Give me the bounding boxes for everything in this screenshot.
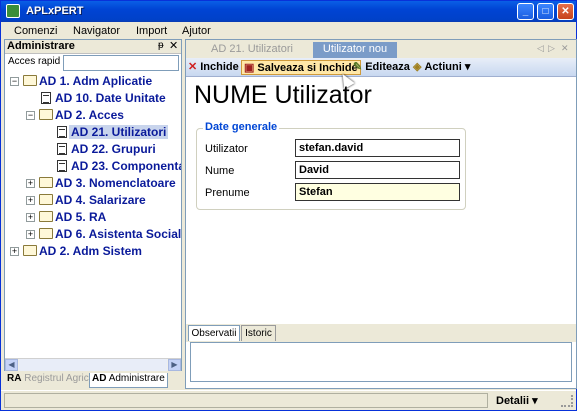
expand-icon[interactable]: + — [10, 247, 19, 256]
menu-ajutor[interactable]: Ajutor — [182, 25, 211, 37]
tree-label: AD 2. Acces — [55, 108, 124, 122]
app-icon — [6, 4, 20, 18]
tab-prefix: RA — [7, 373, 22, 384]
details-button[interactable]: Detalii ▾ — [496, 394, 538, 407]
panel-close-icon[interactable]: ✕ — [169, 39, 178, 52]
tree-label: AD 4. Salarizare — [55, 193, 146, 207]
maximize-button[interactable]: □ — [537, 3, 554, 20]
detail-tabs: Observatii Istoric — [186, 324, 576, 342]
close-red-icon: ✕ — [188, 61, 198, 73]
scroll-thumb[interactable] — [19, 359, 167, 371]
tab-next-icon[interactable]: ▷ — [548, 43, 555, 54]
tab-registrul-agricol[interactable]: RA Registrul Agricol — [7, 373, 97, 388]
save-icon: ▣ — [244, 62, 255, 74]
menu-navigator[interactable]: Navigator — [73, 25, 120, 37]
pin-icon[interactable]: ᵽ — [158, 40, 164, 51]
tab-prev-icon[interactable]: ◁ — [537, 43, 544, 54]
collapse-icon[interactable]: − — [26, 111, 35, 120]
group-title: Date generale — [203, 121, 280, 133]
menu-bar: Comenzi Navigator Import Ajutor — [1, 22, 576, 40]
navigator-tree: − AD 1. Adm Aplicatie AD 10. Date Unitat… — [5, 74, 181, 356]
close-button[interactable]: ✕ — [557, 3, 574, 20]
tab-istoric[interactable]: Istoric — [241, 325, 276, 341]
document-area: AD 21. Utilizatori Utilizator nou ◁ ▷ ✕ … — [185, 39, 577, 389]
scroll-left-icon[interactable]: ◀ — [5, 359, 18, 371]
save-close-label: Salveaza si Inchide — [257, 62, 358, 74]
quick-access-label: Acces rapid — [8, 56, 61, 67]
window-title: APLxPERT — [26, 5, 84, 17]
minimize-button[interactable]: _ — [517, 3, 534, 20]
toolbar: ✕ Inchide ▣ Salveaza si Inchide ✎ Editeaza … — [186, 58, 576, 77]
app-window: APLxPERT _ □ ✕ Comenzi Navigator Import … — [0, 0, 577, 411]
collapse-icon[interactable]: − — [10, 77, 19, 86]
document-icon — [57, 143, 67, 155]
tree-label-selected: AD 21. Utilizatori — [69, 125, 169, 139]
folder-icon — [39, 211, 53, 222]
details-label: Detalii — [496, 395, 530, 407]
expand-icon[interactable]: + — [26, 179, 35, 188]
folder-open-icon — [39, 109, 53, 120]
tab-close-icon[interactable]: ✕ — [561, 43, 569, 54]
first-name-field[interactable]: Stefan — [295, 183, 460, 201]
folder-icon — [23, 245, 37, 256]
edit-icon: ✎ — [353, 61, 363, 73]
navigator-panel: Administrare ᵽ ✕ Acces rapid − AD 1. Adm… — [4, 39, 182, 371]
status-pane — [4, 393, 488, 408]
expand-icon[interactable]: + — [26, 230, 35, 239]
quick-access-input[interactable] — [63, 55, 179, 71]
document-icon — [57, 160, 67, 172]
tree-label: AD 2. Adm Sistem — [39, 244, 142, 258]
menu-import[interactable]: Import — [136, 25, 167, 37]
tree-label: AD 22. Grupuri — [71, 142, 156, 156]
username-field[interactable]: stefan.david — [295, 139, 460, 157]
first-name-label: Prenume — [205, 187, 250, 199]
folder-icon — [39, 228, 53, 239]
close-doc-label: Inchide — [200, 61, 239, 73]
scroll-right-icon[interactable]: ▶ — [168, 359, 181, 371]
panel-title: Administrare — [7, 40, 75, 52]
chevron-down-icon: ▾ — [532, 395, 538, 407]
actions-dropdown[interactable]: ◈ Actiuni ▾ — [413, 60, 470, 75]
tab-label: Administrare — [108, 373, 165, 384]
tree-label: AD 1. Adm Aplicatie — [39, 74, 153, 88]
expand-icon[interactable]: + — [26, 213, 35, 222]
folder-icon — [39, 194, 53, 205]
edit-button[interactable]: ✎ Editeaza — [353, 60, 410, 75]
tree-label: AD 5. RA — [55, 210, 107, 224]
tab-utilizator-nou[interactable]: Utilizator nou — [313, 42, 397, 58]
document-icon — [41, 92, 51, 104]
title-bar[interactable]: APLxPERT _ □ ✕ — [1, 1, 576, 22]
resize-grip-icon[interactable] — [561, 395, 573, 407]
horizontal-scrollbar[interactable]: ◀ ▶ — [5, 358, 181, 371]
menu-comenzi[interactable]: Comenzi — [14, 25, 57, 37]
tab-label: Registrul Agricol — [24, 373, 97, 384]
expand-icon[interactable]: + — [26, 196, 35, 205]
actions-label: Actiuni — [424, 61, 462, 73]
chevron-down-icon: ▾ — [464, 61, 471, 73]
tab-prefix: AD — [92, 373, 107, 384]
document-tabs: AD 21. Utilizatori Utilizator nou ◁ ▷ ✕ — [186, 40, 576, 58]
actions-icon: ◈ — [413, 61, 422, 73]
folder-icon — [39, 177, 53, 188]
panel-header: Administrare ᵽ ✕ — [5, 40, 181, 54]
edit-label: Editeaza — [365, 61, 410, 73]
last-name-field[interactable]: David — [295, 161, 460, 179]
tree-label: AD 6. Asistenta Sociala — [55, 227, 181, 241]
tree-label: AD 23. Componenta — [71, 159, 181, 173]
observations-textarea[interactable] — [190, 342, 572, 382]
tab-ad21-utilizatori[interactable]: AD 21. Utilizatori — [191, 42, 313, 58]
tree-label: AD 3. Nomenclatoare — [55, 176, 176, 190]
last-name-label: Nume — [205, 165, 235, 177]
page-title: NUME Utilizator — [194, 81, 372, 109]
tree-label: AD 10. Date Unitate — [55, 91, 166, 105]
panel-tabs: RA Registrul Agricol AD Administrare — [4, 371, 182, 389]
status-bar: Detalii ▾ — [1, 390, 576, 410]
document-icon — [57, 126, 67, 138]
folder-open-icon — [23, 75, 37, 86]
tab-administrare[interactable]: AD Administrare — [89, 373, 168, 388]
tab-observatii[interactable]: Observatii — [188, 325, 240, 341]
general-data-group: Date generale Utilizator stefan.david Nu… — [196, 121, 466, 210]
close-doc-button[interactable]: ✕ Inchide — [188, 60, 239, 75]
username-label: Utilizator — [205, 143, 248, 155]
